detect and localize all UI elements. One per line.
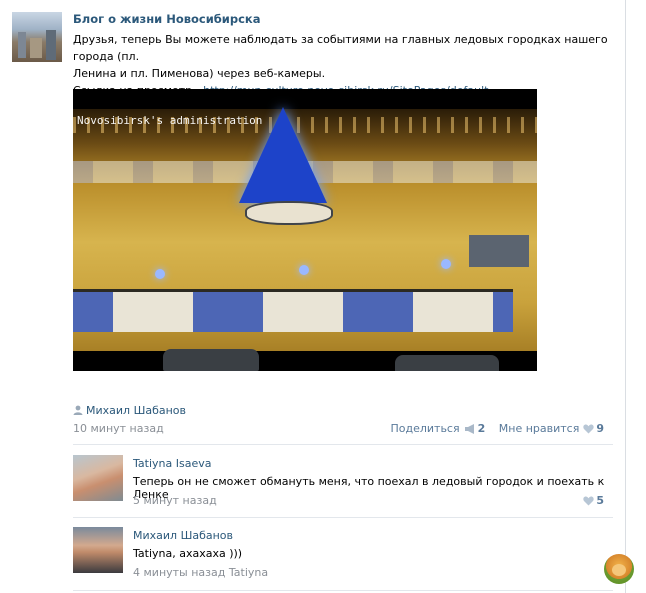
comment-like-count: 5 xyxy=(596,494,604,507)
video-lamp xyxy=(441,259,451,269)
heart-icon xyxy=(583,424,595,434)
post-signer[interactable]: Михаил Шабанов xyxy=(73,404,186,417)
comment-time[interactable]: 4 минуты назад xyxy=(133,566,225,579)
user-icon xyxy=(73,405,83,415)
video-truck xyxy=(469,235,529,267)
share-button[interactable]: Поделиться 2 xyxy=(390,422,485,435)
group-avatar[interactable] xyxy=(12,12,62,62)
video-tree-base xyxy=(245,201,333,225)
like-button[interactable]: Мне нравится 9 xyxy=(499,422,604,435)
chat-emoticon-icon[interactable] xyxy=(604,554,634,584)
share-count: 2 xyxy=(477,422,486,435)
video-player[interactable]: Novosibirsk's administration xyxy=(73,89,537,371)
comment-author[interactable]: Tatiyna Isaeva xyxy=(133,457,211,470)
megaphone-icon xyxy=(464,424,474,434)
video-car xyxy=(395,355,499,371)
divider xyxy=(73,444,613,445)
right-border xyxy=(625,0,626,593)
avatar-building-3 xyxy=(46,30,56,60)
post-time[interactable]: 10 минут назад xyxy=(73,422,164,435)
comment-avatar[interactable] xyxy=(73,455,123,501)
comment-time[interactable]: 5 минут назад xyxy=(133,494,217,507)
video-frame xyxy=(73,107,537,371)
avatar-building-2 xyxy=(30,38,42,58)
video-front-fence xyxy=(73,289,513,332)
post-meta: 10 минут назад Поделиться 2 Мне нравится 9 xyxy=(73,422,613,435)
divider xyxy=(73,517,613,518)
heart-icon xyxy=(583,496,595,506)
comment-author[interactable]: Михаил Шабанов xyxy=(133,529,233,542)
like-count: 9 xyxy=(596,422,604,435)
post-author-title[interactable]: Блог о жизни Новосибирска xyxy=(73,12,260,26)
avatar-building-1 xyxy=(18,32,26,58)
video-lamp xyxy=(299,265,309,275)
like-label: Мне нравится xyxy=(498,422,580,435)
video-lamp xyxy=(155,269,165,279)
share-label: Поделиться xyxy=(390,422,460,435)
divider xyxy=(73,590,613,591)
comment-reply-to[interactable]: Tatiyna xyxy=(229,566,268,579)
post-signer-name: Михаил Шабанов xyxy=(86,404,186,417)
comment-avatar[interactable] xyxy=(73,527,123,573)
comment-meta: 4 минуты назад Tatiyna xyxy=(133,566,268,579)
video-watermark: Novosibirsk's administration xyxy=(77,114,263,127)
post-actions: Поделиться 2 Мне нравится 9 xyxy=(390,422,604,435)
post-text-line-2: Ленина и пл. Пименова) через веб-камеры. xyxy=(73,67,326,80)
video-car xyxy=(163,349,259,371)
emoticon-face xyxy=(612,564,626,576)
post-text-line-1: Друзья, теперь Вы можете наблюдать за со… xyxy=(73,33,608,63)
comment-text: Tatiyna, ахахаха ))) xyxy=(133,547,243,560)
comment-like-button[interactable]: 5 xyxy=(579,494,604,507)
